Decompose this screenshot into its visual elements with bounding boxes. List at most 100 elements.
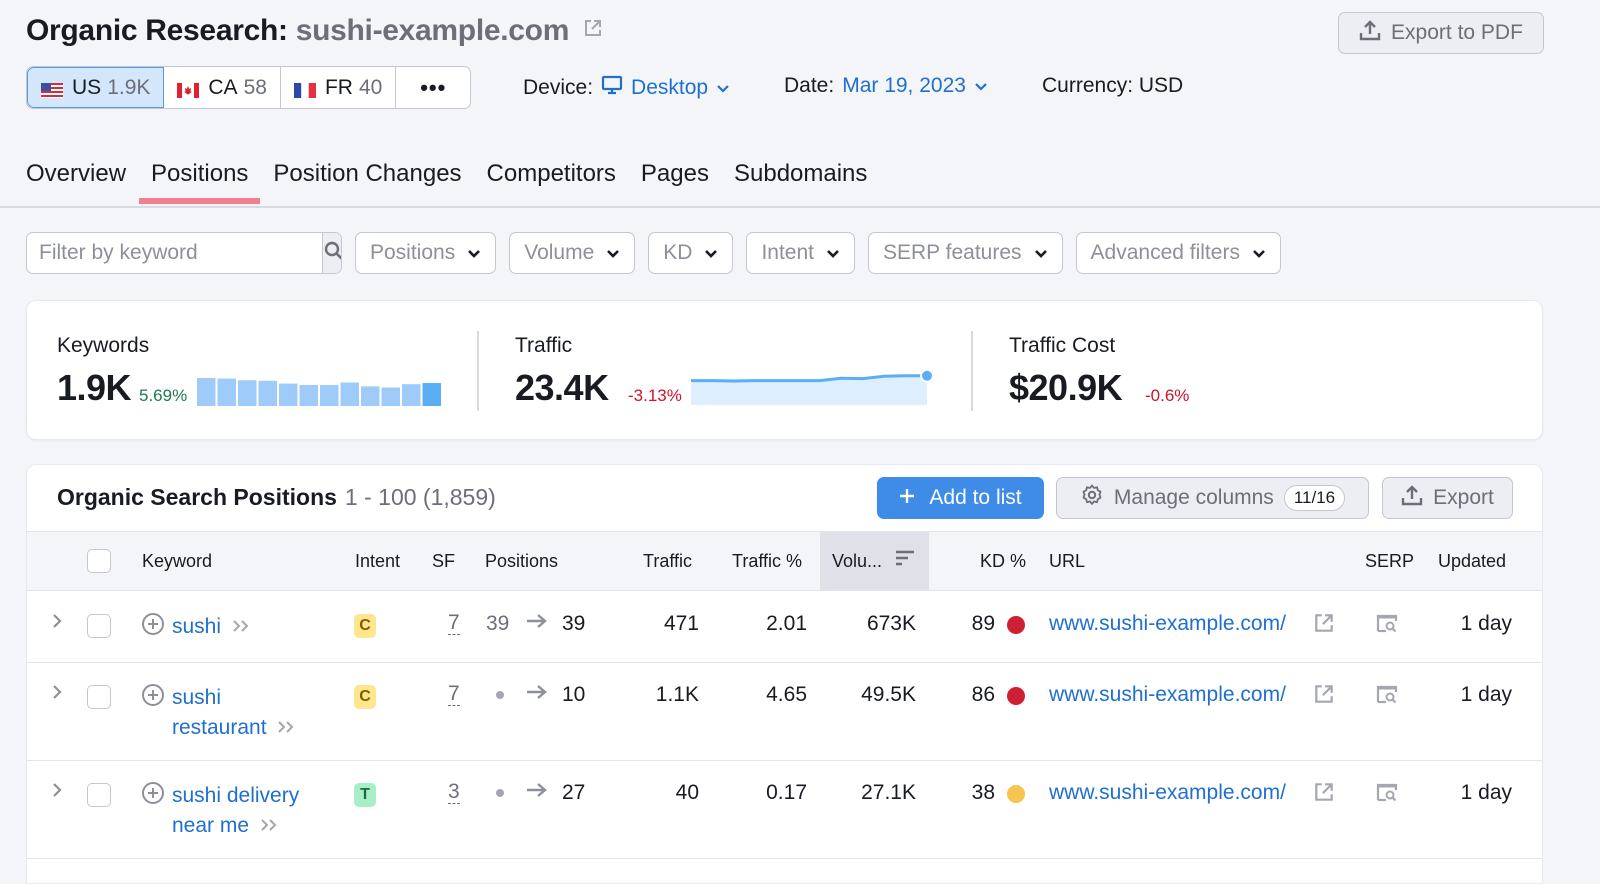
expand-row-icon[interactable]: [51, 683, 63, 707]
row-checkbox[interactable]: [87, 685, 111, 709]
serp-features-filter[interactable]: SERP features: [868, 232, 1063, 274]
double-chevron-icon[interactable]: [259, 814, 279, 837]
column-keyword[interactable]: Keyword: [142, 532, 212, 590]
current-position: 10: [562, 683, 586, 706]
keyword-difficulty: 38: [971, 781, 995, 804]
keywords-trend-bar[interactable]: [217, 378, 237, 406]
device-dropdown[interactable]: Desktop: [601, 74, 730, 102]
chevron-down-icon: [974, 74, 988, 98]
serp-features-count[interactable]: 3: [448, 781, 460, 804]
keywords-trend-bar[interactable]: [279, 383, 298, 406]
chevron-down-icon: [606, 241, 620, 265]
advanced-filters[interactable]: Advanced filters: [1075, 232, 1281, 274]
serp-features-count[interactable]: 7: [448, 612, 460, 635]
serp-snapshot-icon[interactable]: [1375, 781, 1399, 809]
keywords-trend-bar[interactable]: [258, 380, 278, 406]
keywords-trend-bar[interactable]: [340, 382, 360, 406]
more-databases-button[interactable]: •••: [396, 67, 470, 108]
serp-snapshot-icon[interactable]: [1375, 612, 1399, 640]
traffic-trend-chart[interactable]: [691, 367, 941, 405]
keywords-trend-bar[interactable]: [361, 386, 380, 406]
select-all-checkbox[interactable]: [87, 549, 111, 573]
domain-link[interactable]: sushi-example.com: [296, 14, 570, 47]
positions-filter[interactable]: Positions: [355, 232, 497, 274]
volume-filter[interactable]: Volume: [509, 232, 636, 274]
add-keyword-icon[interactable]: [141, 683, 165, 713]
expand-row-icon[interactable]: [51, 612, 63, 636]
column-kd[interactable]: KD %: [980, 532, 1026, 590]
kd-indicator: [1007, 785, 1025, 809]
intent-badge[interactable]: C: [354, 685, 376, 709]
row-checkbox[interactable]: [87, 614, 111, 638]
tab-overview[interactable]: Overview: [26, 160, 138, 204]
keywords-trend-bar[interactable]: [381, 387, 401, 406]
column-url[interactable]: URL: [1049, 532, 1085, 590]
serp-snapshot-icon[interactable]: [1375, 683, 1399, 711]
keywords-trend-bar[interactable]: [238, 380, 257, 406]
expand-row-icon[interactable]: [51, 781, 63, 805]
us-flag-icon: [41, 80, 63, 98]
url-link[interactable]: www.sushi-example.com/: [1049, 683, 1286, 707]
kd-indicator: [1007, 616, 1025, 640]
url-link[interactable]: www.sushi-example.com/: [1049, 781, 1286, 805]
row-checkbox[interactable]: [87, 783, 111, 807]
search-button[interactable]: [322, 233, 341, 273]
keywords-trend-chart[interactable]: [197, 371, 442, 406]
column-serp[interactable]: SERP: [1365, 532, 1414, 590]
url-link[interactable]: www.sushi-example.com/: [1049, 612, 1286, 636]
search-volume: 673K: [866, 612, 916, 635]
column-updated[interactable]: Updated: [1438, 532, 1506, 590]
database-ca[interactable]: CA 58: [164, 67, 281, 108]
keyword-link[interactable]: sushi: [172, 612, 342, 642]
column-volume[interactable]: Volu...: [820, 532, 929, 590]
keywords-delta: 5.69%: [139, 386, 188, 405]
add-keyword-icon[interactable]: [141, 781, 165, 811]
double-chevron-icon[interactable]: [276, 716, 296, 739]
add-to-list-button[interactable]: Add to list: [877, 477, 1044, 519]
column-traffic[interactable]: Traffic: [643, 532, 692, 590]
report-tabs: Overview Positions Position Changes Comp…: [26, 160, 880, 204]
external-link-icon[interactable]: [1313, 612, 1335, 640]
table-range: 1 - 100 (1,859): [344, 484, 496, 510]
tab-pages[interactable]: Pages: [629, 160, 721, 204]
traffic-value: 471: [663, 612, 699, 635]
keywords-trend-bar[interactable]: [402, 384, 421, 406]
add-keyword-icon[interactable]: [141, 612, 165, 642]
tab-position-changes[interactable]: Position Changes: [261, 160, 473, 204]
tab-competitors[interactable]: Competitors: [475, 160, 628, 204]
database-code: US: [72, 75, 102, 99]
column-positions[interactable]: Positions: [485, 532, 558, 590]
column-sf[interactable]: SF: [432, 532, 455, 590]
keywords-trend-bar[interactable]: [422, 383, 442, 406]
serp-features-count[interactable]: 7: [448, 683, 460, 706]
external-link-icon[interactable]: [1313, 781, 1335, 809]
traffic-percent: 2.01: [766, 612, 807, 635]
column-traffic-pct[interactable]: Traffic %: [732, 532, 802, 590]
keyword-link[interactable]: sushi delivery near me: [172, 781, 342, 841]
filters-bar: Positions Volume KD Intent SERP features…: [26, 232, 1281, 274]
keywords-trend-bar[interactable]: [197, 378, 216, 406]
keywords-trend-bar[interactable]: [320, 385, 339, 406]
tab-positions[interactable]: Positions: [139, 160, 261, 204]
column-intent[interactable]: Intent: [355, 532, 400, 590]
tab-subdomains[interactable]: Subdomains: [722, 160, 879, 204]
intent-badge[interactable]: C: [354, 614, 376, 638]
updated-value: 1 day: [1460, 781, 1512, 804]
keyword-filter-input[interactable]: [27, 233, 322, 273]
kd-filter[interactable]: KD: [648, 232, 734, 274]
external-link-icon[interactable]: [583, 12, 603, 46]
intent-filter[interactable]: Intent: [746, 232, 855, 274]
database-fr[interactable]: FR 40: [281, 67, 397, 108]
export-button[interactable]: Export: [1382, 477, 1513, 519]
double-chevron-icon[interactable]: [231, 615, 251, 638]
database-us[interactable]: US 1.9K: [27, 67, 165, 108]
date-dropdown[interactable]: Mar 19, 2023: [842, 74, 988, 98]
keyword-text: sushi delivery: [172, 784, 300, 807]
traffic-trend-endpoint[interactable]: [920, 368, 934, 383]
keywords-trend-bar[interactable]: [299, 385, 319, 406]
export-to-pdf-button[interactable]: Export to PDF: [1338, 12, 1544, 54]
intent-badge[interactable]: T: [354, 783, 376, 807]
external-link-icon[interactable]: [1313, 683, 1335, 711]
keyword-link[interactable]: sushi restaurant: [172, 683, 342, 743]
manage-columns-button[interactable]: Manage columns 11/16: [1056, 477, 1369, 519]
